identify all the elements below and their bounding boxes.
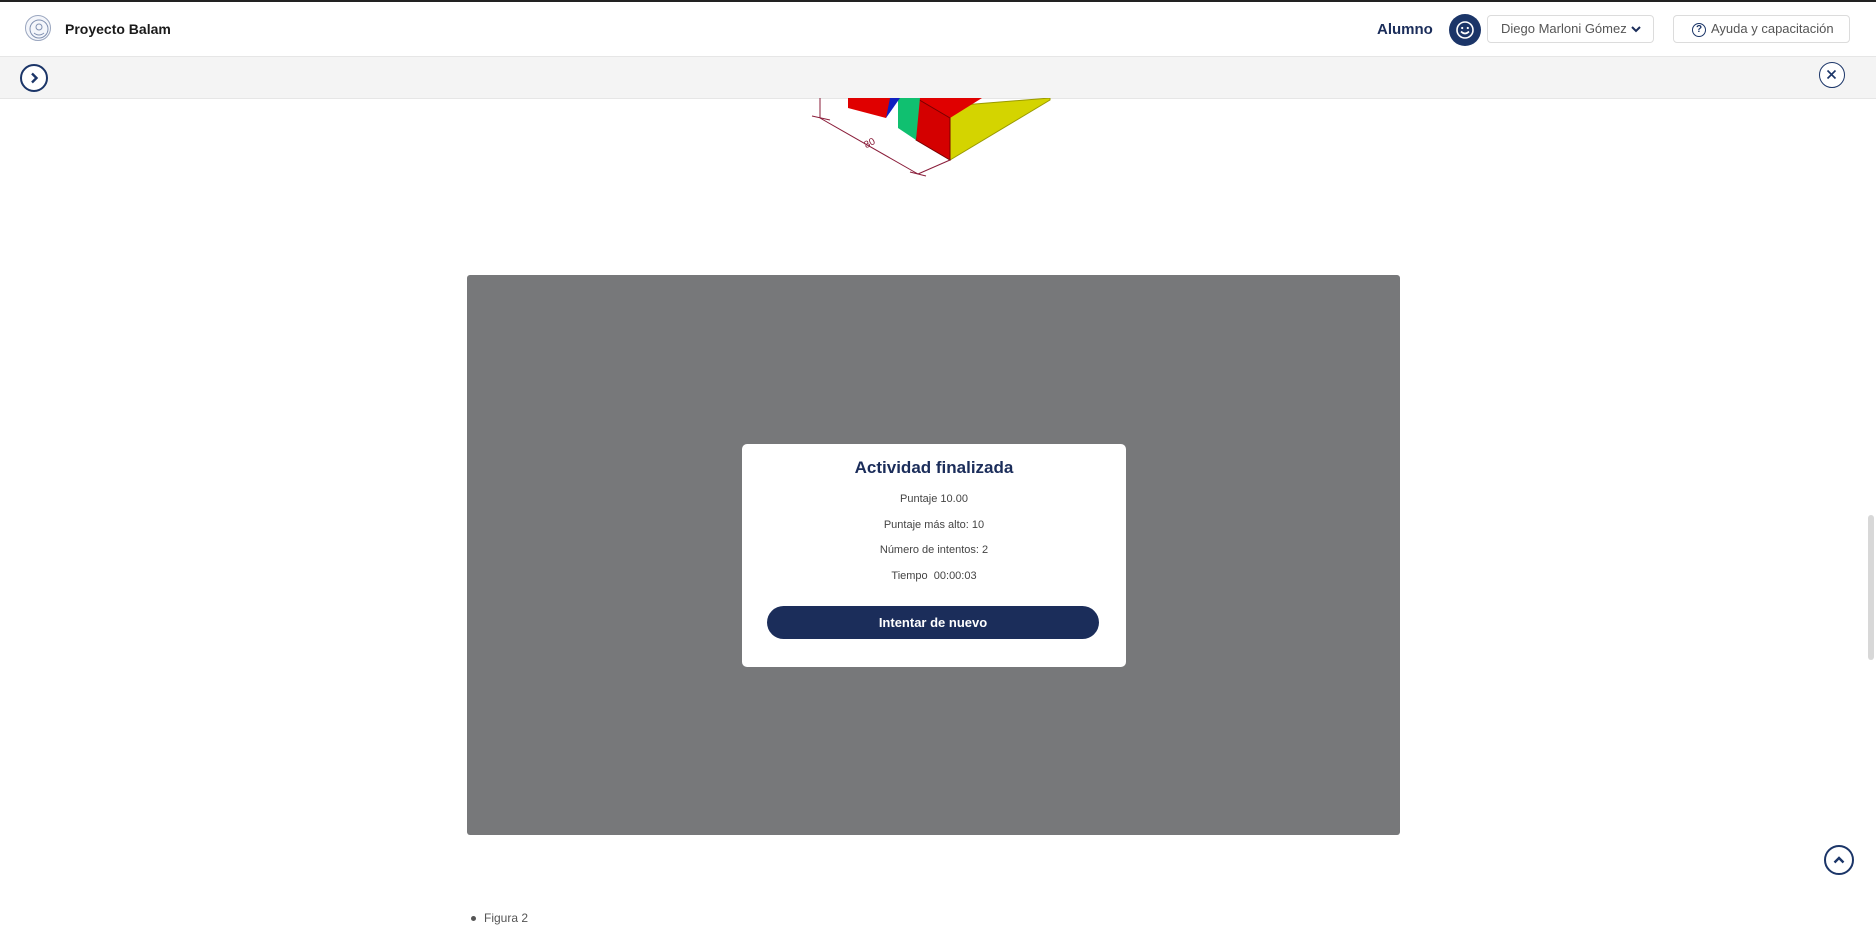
user-name: Diego Marloni Gómez [1501, 21, 1627, 36]
attempts-text: Número de intentos: 2 [879, 544, 989, 556]
content-toolbar [0, 57, 1876, 99]
chevron-up-icon [1833, 856, 1845, 864]
smiley-face-icon[interactable] [1449, 14, 1481, 46]
activity-player: Actividad finalizada Puntaje 10.00 Punta… [467, 275, 1400, 835]
result-dialog: Actividad finalizada Puntaje 10.00 Punta… [742, 444, 1126, 667]
chevron-down-icon [1631, 26, 1641, 33]
list-bullet [471, 916, 476, 921]
question-circle-icon: ? [1692, 23, 1706, 37]
user-role: Alumno [1377, 21, 1433, 38]
figure-caption: Figura 2 [484, 911, 529, 925]
scroll-to-top-button[interactable] [1824, 845, 1854, 875]
university-seal-icon[interactable] [25, 15, 51, 41]
chevron-right-icon [31, 72, 39, 84]
high-score-text: Puntaje más alto: 10 [883, 519, 985, 531]
time-text: Tiempo 00:00:03 [891, 570, 977, 582]
close-button[interactable] [1819, 62, 1845, 88]
user-menu-button[interactable]: Diego Marloni Gómez [1487, 15, 1654, 43]
app-header: Proyecto Balam Alumno Diego Marloni Góme… [0, 2, 1876, 57]
score-text: Puntaje 10.00 [900, 493, 968, 505]
close-icon [1826, 69, 1837, 80]
figure-dimension-label: 80 [862, 136, 877, 151]
retry-button[interactable]: Intentar de nuevo [767, 606, 1099, 639]
brand-name[interactable]: Proyecto Balam [65, 21, 171, 37]
help-label: Ayuda y capacitación [1711, 21, 1834, 36]
expand-sidebar-button[interactable] [20, 64, 48, 92]
page-scrollbar[interactable] [1868, 515, 1874, 660]
figure-isometric-blocks: 80 [810, 97, 1060, 180]
result-title: Actividad finalizada [854, 458, 1014, 477]
help-button[interactable]: ? Ayuda y capacitación [1673, 15, 1850, 43]
